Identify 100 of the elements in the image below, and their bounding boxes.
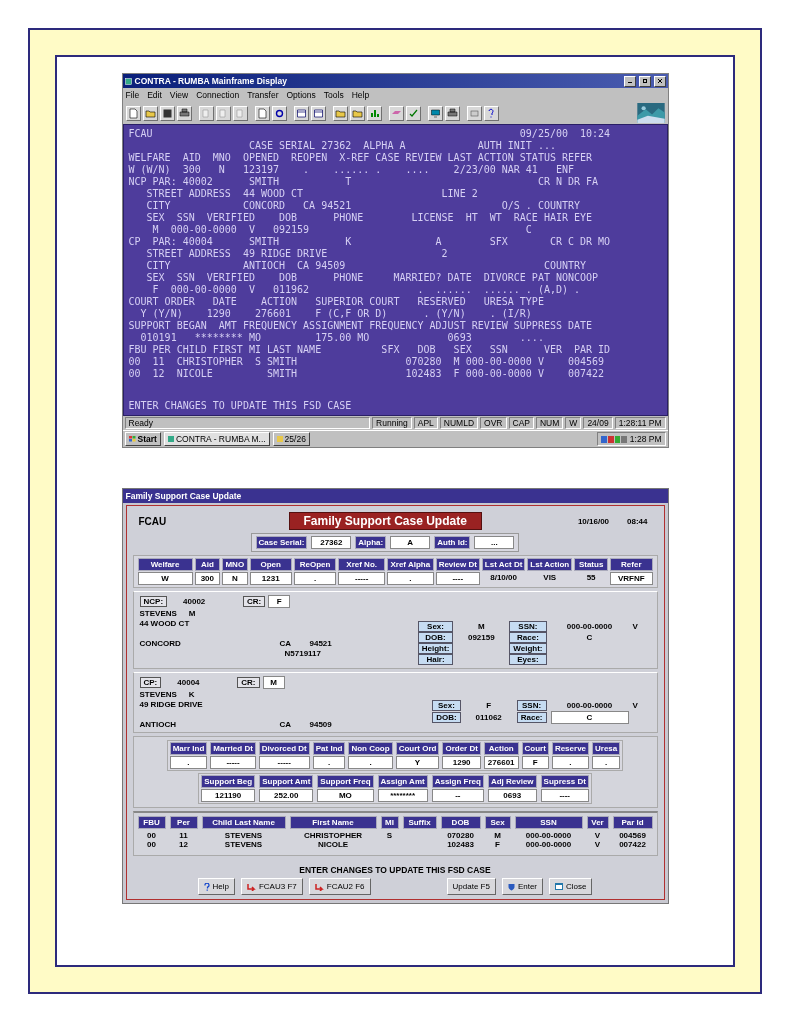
menu-item[interactable]: Transfer xyxy=(247,90,279,100)
input-field[interactable]: 1290 xyxy=(442,756,481,769)
input-field[interactable]: F xyxy=(521,756,549,769)
column-header: Par Id xyxy=(612,816,653,829)
close-button[interactable] xyxy=(653,75,666,87)
toolbar-button[interactable] xyxy=(310,105,326,121)
terminal-line: CASE SERIAL 27362 ALPHA A AUTH INIT ... xyxy=(247,140,557,152)
toolbar-button[interactable] xyxy=(444,105,460,121)
copy-icon xyxy=(234,107,246,119)
input-field[interactable]: -- xyxy=(431,789,484,802)
input-field[interactable]: 276601 xyxy=(483,756,519,769)
menu-item[interactable]: File xyxy=(125,90,140,100)
taskbar-button[interactable]: CONTRA - RUMBA M... xyxy=(163,432,270,446)
field-label: Auth Id: xyxy=(434,536,471,549)
field-value: 000-00-0000 xyxy=(565,700,614,711)
start-button[interactable]: Start xyxy=(124,432,161,446)
field-label: CR: xyxy=(243,596,266,607)
input-field[interactable]: . xyxy=(293,572,337,585)
input-field[interactable]: . xyxy=(592,756,621,769)
column-header: Suffix xyxy=(402,816,437,829)
terminal-line: SEX SSN VERIFIED DOB PHONE MARRIED? DATE DIVORCE PAT NONCOOP xyxy=(145,272,600,284)
menu-item[interactable]: Edit xyxy=(147,90,162,100)
table-cell-text: CHRISTOPHER xyxy=(302,831,364,840)
input-field[interactable]: N xyxy=(222,572,248,585)
form-button[interactable]: Help xyxy=(197,878,235,895)
status-text: OVR xyxy=(480,417,507,429)
taskbar-button[interactable]: 25/26 xyxy=(272,432,310,446)
input-field[interactable]: A xyxy=(390,536,431,549)
menu-item[interactable]: Connection xyxy=(196,90,240,100)
input-field[interactable]: . xyxy=(551,756,590,769)
column-label: Divorced Dt xyxy=(258,742,310,755)
tray-icons-drawing xyxy=(600,435,627,443)
input-field[interactable]: ----- xyxy=(338,572,385,585)
table-cell-text: 070280 xyxy=(446,831,475,840)
column-label: Action xyxy=(483,742,519,755)
input-field[interactable]: 0693 xyxy=(487,789,537,802)
input-field[interactable]: Y xyxy=(395,756,440,769)
terminal-line: NCP PAR: 40002 SMITH T CR N DR FA xyxy=(128,176,600,188)
menu-item[interactable]: Help xyxy=(351,90,370,100)
column-header: Child Last Name xyxy=(201,816,286,829)
field-label: DOB: xyxy=(417,632,454,643)
date: 10/16/00 xyxy=(577,516,610,526)
table-cell-text: F xyxy=(494,840,501,849)
input-field[interactable]: M xyxy=(262,676,285,689)
menu-item[interactable]: Options xyxy=(286,90,316,100)
input-field[interactable]: 252.00 xyxy=(259,789,314,802)
status-text: APL xyxy=(413,417,438,429)
input-field[interactable]: 300 xyxy=(194,572,221,585)
input-field[interactable]: C xyxy=(550,711,629,724)
clock: 1:28 PM xyxy=(629,434,662,444)
monitor-icon xyxy=(429,107,441,119)
terminal-line: CP PAR: 40004 SMITH K A SFX CR C DR MO xyxy=(128,236,612,248)
input-field[interactable]: . xyxy=(169,756,208,769)
window-icon xyxy=(295,107,307,119)
table-cell-text: 00 xyxy=(146,831,157,840)
table-cell-text: 000-00-0000 xyxy=(524,831,573,840)
form-button[interactable]: FCAU3 F7 xyxy=(240,878,303,895)
column-label: Adj Review xyxy=(487,775,537,788)
input-field[interactable]: 121190 xyxy=(201,789,256,802)
terminal-line: 00 12 NICOLE SMITH 102483 F 000-00-0000 V 007422 xyxy=(128,368,606,380)
input-field[interactable]: ----- xyxy=(210,756,256,769)
status-text: Ready xyxy=(124,417,371,429)
input-field[interactable]: F xyxy=(268,595,291,608)
column-label: Xref No. xyxy=(338,558,385,571)
input-field[interactable]: ******** xyxy=(377,789,428,802)
field-value: 8/10/00 xyxy=(489,572,518,584)
terminal-line: SEX SSN VERIFIED DOB PHONE LICENSE HT WT RACE HAIR EYE xyxy=(145,212,594,224)
input-field[interactable]: . xyxy=(348,756,393,769)
verified-text: V xyxy=(632,622,639,631)
input-field[interactable]: 27362 xyxy=(311,536,352,549)
input-field[interactable]: ... xyxy=(474,536,515,549)
input-field[interactable]: VRFNF xyxy=(610,572,653,585)
folder-icon xyxy=(334,107,346,119)
input-field[interactable]: . xyxy=(312,756,346,769)
window-title: Family Support Case Update xyxy=(122,489,668,503)
form-button[interactable]: Enter xyxy=(501,878,544,895)
toolbar-button[interactable] xyxy=(427,105,443,121)
input-field[interactable]: ---- xyxy=(540,789,589,802)
toolbar-button[interactable] xyxy=(405,105,421,121)
input-field[interactable]: ---- xyxy=(435,572,480,585)
input-field[interactable]: . xyxy=(387,572,434,585)
field-value: 000-00-0000 xyxy=(565,621,614,632)
menu-item[interactable]: Tools xyxy=(323,90,344,100)
maximize-button[interactable] xyxy=(638,75,651,87)
input-field[interactable]: W xyxy=(137,572,193,585)
input-field[interactable]: 1231 xyxy=(249,572,292,585)
form-button[interactable]: Close xyxy=(549,878,593,895)
column-label: Open xyxy=(249,558,292,571)
menu-item[interactable]: View xyxy=(169,90,189,100)
windows-logo-icon xyxy=(128,436,136,442)
column-label: Support Freq xyxy=(317,775,374,788)
minimize-button[interactable] xyxy=(623,75,636,87)
middle-initial: M xyxy=(188,609,196,618)
form-button[interactable]: FCAU2 F6 xyxy=(308,878,371,895)
field-value: VIS xyxy=(542,572,558,584)
toolbar-button[interactable] xyxy=(176,105,192,121)
input-field[interactable]: MO xyxy=(317,789,374,802)
form-button[interactable]: Update F5 xyxy=(446,878,496,895)
input-field[interactable]: ----- xyxy=(258,756,310,769)
toolbar-button[interactable] xyxy=(293,105,309,121)
